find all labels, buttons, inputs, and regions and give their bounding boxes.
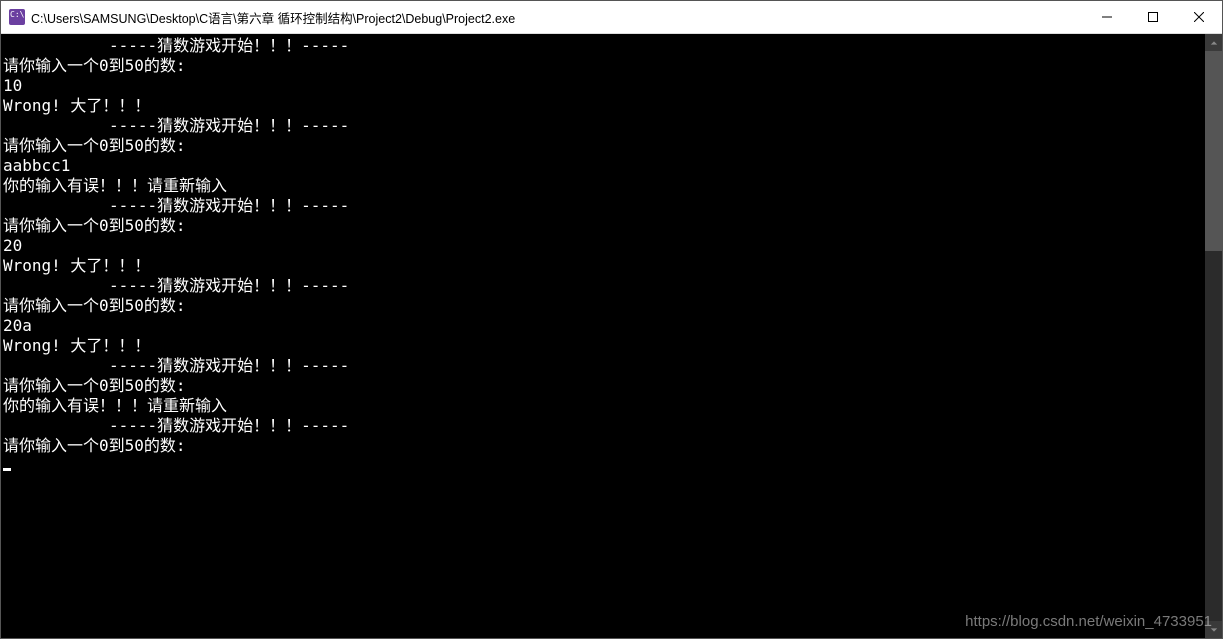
scroll-down-button[interactable] xyxy=(1205,621,1222,638)
window-controls xyxy=(1084,1,1222,33)
minimize-icon xyxy=(1102,12,1112,22)
text-cursor xyxy=(3,468,11,471)
vertical-scrollbar[interactable] xyxy=(1205,34,1222,638)
console-text: -----猜数游戏开始！！！----- 请你输入一个0到50的数: 10 Wro… xyxy=(3,36,349,455)
maximize-button[interactable] xyxy=(1130,1,1176,33)
scroll-thumb[interactable] xyxy=(1205,51,1222,251)
app-window: C:\Users\SAMSUNG\Desktop\C语言\第六章 循环控制结构\… xyxy=(0,0,1223,639)
scroll-up-button[interactable] xyxy=(1205,34,1222,51)
minimize-button[interactable] xyxy=(1084,1,1130,33)
chevron-up-icon xyxy=(1210,39,1218,47)
chevron-down-icon xyxy=(1210,626,1218,634)
maximize-icon xyxy=(1148,12,1158,22)
app-icon xyxy=(9,9,25,25)
title-bar[interactable]: C:\Users\SAMSUNG\Desktop\C语言\第六章 循环控制结构\… xyxy=(1,1,1222,34)
client-area: -----猜数游戏开始！！！----- 请你输入一个0到50的数: 10 Wro… xyxy=(1,34,1222,638)
window-title: C:\Users\SAMSUNG\Desktop\C语言\第六章 循环控制结构\… xyxy=(31,8,1084,27)
close-icon xyxy=(1194,12,1204,22)
close-button[interactable] xyxy=(1176,1,1222,33)
console-output[interactable]: -----猜数游戏开始！！！----- 请你输入一个0到50的数: 10 Wro… xyxy=(1,34,1205,638)
